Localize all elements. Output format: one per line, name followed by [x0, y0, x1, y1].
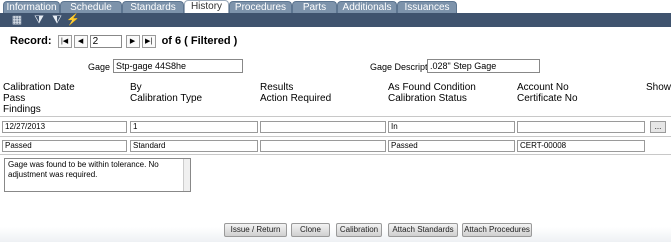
pass-cell[interactable]: Passed	[2, 140, 127, 152]
divider	[0, 116, 671, 117]
record-number-input[interactable]: 2	[89, 34, 122, 48]
record-count: of 6 ( Filtered )	[161, 35, 238, 47]
header-by: By	[130, 82, 142, 93]
next-record-icon[interactable]: ▶	[125, 34, 140, 48]
header-calibration-type: Calibration Type	[130, 93, 203, 104]
findings-textarea[interactable]: Gage was found to be within tolerance. N…	[4, 158, 191, 192]
as-found-condition-cell[interactable]: In	[388, 121, 515, 133]
clone-button[interactable]: Clone	[291, 223, 330, 237]
prev-record-icon[interactable]: ◀	[73, 34, 88, 48]
calibration-type-cell[interactable]: Standard	[130, 140, 258, 152]
tab-issuances[interactable]: Issuances	[397, 1, 457, 13]
tab-information[interactable]: Information	[3, 1, 60, 13]
last-record-icon[interactable]: ▶|	[141, 34, 156, 48]
show-more-button[interactable]: ...	[650, 121, 666, 133]
tab-procedures[interactable]: Procedures	[229, 1, 292, 13]
first-record-icon[interactable]: |◀	[57, 34, 72, 48]
header-as-found-condition: As Found Condition	[388, 82, 476, 93]
header-show: Show	[646, 82, 671, 93]
tab-standards[interactable]: Standards	[122, 1, 184, 13]
calibration-date-cell[interactable]: 12/27/2013	[2, 121, 127, 133]
toolbar: ▦ ⧩ ⧨ ⚡	[0, 13, 671, 27]
tab-additionals[interactable]: Additionals	[337, 1, 397, 13]
filter-icon[interactable]: ⧩	[32, 14, 46, 26]
header-certificate-no: Certificate No	[517, 93, 578, 104]
divider	[0, 136, 671, 137]
tab-parts[interactable]: Parts	[292, 1, 337, 13]
record-navigator: Record: |◀ ◀ 2 ▶ ▶| of 6 ( Filtered )	[10, 33, 237, 49]
header-calibration-date: Calibration Date	[3, 82, 75, 93]
by-cell[interactable]: 1	[130, 121, 258, 133]
header-findings: Findings	[3, 104, 41, 115]
attach-procedures-button[interactable]: Attach Procedures	[462, 223, 532, 237]
findings-scrollbar[interactable]	[183, 159, 190, 191]
divider	[0, 154, 671, 155]
action-required-cell[interactable]	[260, 140, 386, 152]
issue-return-button[interactable]: Issue / Return	[224, 223, 287, 237]
header-results: Results	[260, 82, 294, 93]
header-account-no: Account No	[517, 82, 569, 93]
calibration-status-cell[interactable]: Passed	[388, 140, 515, 152]
history-panel: Record: |◀ ◀ 2 ▶ ▶| of 6 ( Filtered ) Ga…	[0, 27, 671, 242]
header-calibration-status: Calibration Status	[388, 93, 467, 104]
calibration-button[interactable]: Calibration	[336, 223, 382, 237]
header-action-required: Action Required	[260, 93, 332, 104]
record-label: Record:	[10, 35, 52, 47]
certificate-no-cell[interactable]: CERT-00008	[517, 140, 645, 152]
tab-history[interactable]: History	[184, 0, 229, 14]
results-cell[interactable]	[260, 121, 386, 133]
tab-schedule[interactable]: Schedule	[60, 1, 122, 13]
findings-text: Gage was found to be within tolerance. N…	[8, 160, 159, 179]
header-pass: Pass	[3, 93, 26, 104]
grid-icon[interactable]: ▦	[10, 14, 24, 26]
gage-description-field[interactable]: .028" Step Gage	[427, 59, 540, 73]
gage-id-field[interactable]: Stp-gage 44S8he	[113, 59, 243, 73]
tab-bar: Information Schedule Standards History P…	[0, 0, 671, 14]
filter-add-icon[interactable]: ⧨	[50, 14, 64, 26]
attach-standards-button[interactable]: Attach Standards	[388, 223, 458, 237]
filter-apply-icon[interactable]: ⚡	[66, 14, 80, 26]
account-no-cell[interactable]	[517, 121, 645, 133]
